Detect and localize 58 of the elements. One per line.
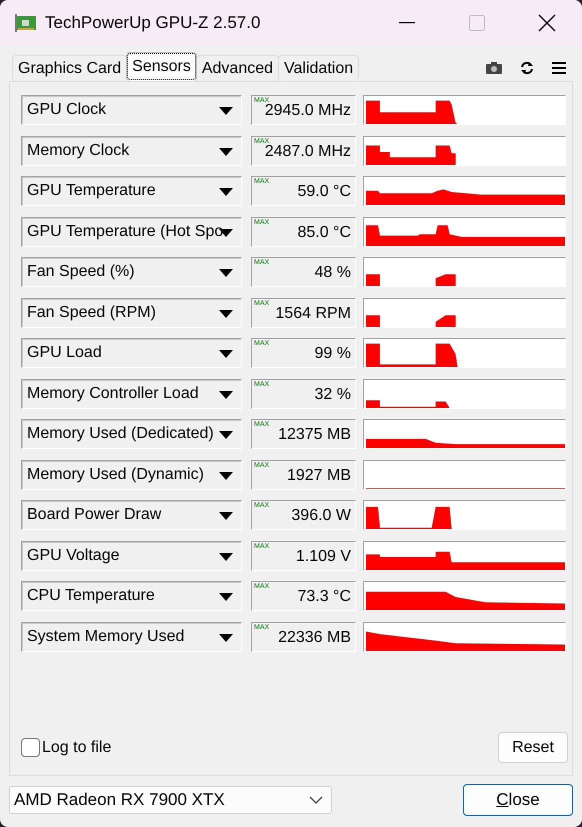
sensor-select[interactable]: System Memory Used — [21, 622, 242, 652]
gpu-select[interactable]: AMD Radeon RX 7900 XTX — [9, 786, 332, 814]
sensor-value: 2945.0 MHz — [264, 102, 351, 120]
close-button[interactable]: Close — [463, 784, 573, 816]
sensor-select[interactable]: Memory Used (Dynamic) — [21, 460, 242, 490]
sensor-select[interactable]: GPU Temperature — [21, 176, 242, 206]
dropdown-arrow-icon — [219, 269, 233, 278]
sensor-value: 73.3 °C — [297, 588, 351, 606]
sensor-value: 85.0 °C — [297, 224, 351, 242]
sensor-select[interactable]: GPU Voltage — [21, 540, 242, 571]
sensor-select[interactable]: CPU Temperature — [21, 581, 242, 612]
dropdown-arrow-icon — [219, 148, 233, 156]
sensor-select[interactable]: Fan Speed (RPM) — [21, 298, 242, 328]
sensor-select[interactable]: Memory Clock — [21, 136, 242, 166]
sensor-select[interactable]: GPU Clock — [21, 95, 242, 126]
sensor-value: 99 % — [314, 345, 351, 364]
checkbox[interactable] — [21, 738, 40, 757]
sensor-select[interactable]: GPU Temperature (Hot Spo — [21, 216, 242, 247]
dropdown-arrow-icon — [219, 107, 233, 116]
dropdown-arrow-icon — [219, 472, 233, 480]
dropdown-arrow-icon — [219, 593, 233, 602]
dropdown-arrow-icon — [219, 350, 233, 358]
close-icon[interactable] — [538, 14, 556, 32]
refresh-icon[interactable] — [520, 60, 534, 74]
sensor-value: 48 % — [314, 264, 351, 282]
window-title: TechPowerUp GPU-Z 2.57.0 — [45, 12, 262, 32]
tab[interactable]: Validation — [278, 55, 360, 81]
camera-icon[interactable] — [486, 62, 502, 74]
tab[interactable]: Advanced — [196, 55, 280, 81]
sensor-value: 59.0 °C — [297, 183, 351, 202]
reset-button[interactable]: Reset — [498, 732, 568, 763]
sensor-value: 32 % — [314, 386, 351, 404]
dropdown-arrow-icon — [219, 431, 233, 440]
sensor-select[interactable]: Memory Controller Load — [21, 378, 242, 409]
sensor-value: 22336 MB — [278, 628, 351, 647]
tab[interactable]: Graphics Card — [12, 55, 128, 81]
sensor-select[interactable]: Board Power Draw — [21, 500, 242, 530]
sensor-value: 396.0 W — [291, 507, 351, 526]
dropdown-arrow-icon — [219, 512, 233, 520]
checkbox-label: Log to file — [42, 738, 112, 756]
sensor-value: 1.109 V — [296, 548, 351, 566]
dropdown-arrow-icon — [219, 634, 233, 642]
sensor-value: 1564 RPM — [275, 304, 351, 323]
app-icon — [15, 14, 37, 32]
sensor-select[interactable]: Fan Speed (%) — [21, 257, 242, 288]
dropdown-arrow-icon — [219, 188, 233, 196]
dropdown-arrow-icon — [219, 390, 233, 399]
sensor-value: 12375 MB — [278, 426, 351, 444]
sensor-value: 2487.0 MHz — [264, 142, 351, 161]
menu-icon[interactable] — [552, 62, 566, 74]
sensor-value: 1927 MB — [286, 466, 351, 485]
chevron-down-icon — [309, 796, 323, 804]
tab[interactable]: Sensors — [126, 52, 197, 81]
minimize-icon[interactable] — [399, 22, 415, 24]
dropdown-arrow-icon — [219, 310, 233, 318]
sensor-select[interactable]: GPU Load — [21, 338, 242, 368]
sensor-select[interactable]: Memory Used (Dedicated) — [21, 419, 242, 450]
dropdown-arrow-icon — [219, 552, 233, 561]
